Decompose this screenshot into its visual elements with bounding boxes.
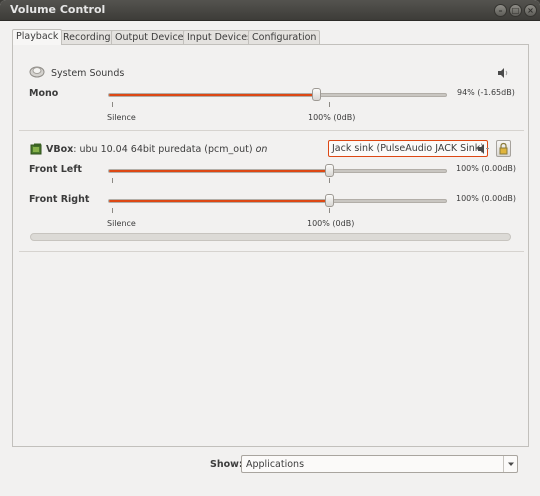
front-left-label: Front Left [29, 164, 82, 175]
tab-recording[interactable]: Recording [59, 30, 115, 45]
front-left-value: 100% (0.00dB) [456, 164, 517, 173]
hundred-percent-tick [329, 102, 330, 107]
lock-channels-toggle[interactable] [496, 140, 511, 157]
mono-volume-slider[interactable] [108, 93, 447, 97]
front-left-fill [109, 170, 330, 172]
minimize-button[interactable]: – [494, 4, 507, 17]
separator [19, 130, 524, 131]
vbox-icon [30, 143, 42, 155]
mono-channel-label: Mono [29, 88, 59, 99]
tab-configuration[interactable]: Configuration [248, 30, 321, 45]
show-filter-dropdown[interactable]: Applications [241, 455, 518, 473]
front-left-knob[interactable] [325, 164, 334, 177]
maximize-button[interactable]: □ [509, 4, 522, 17]
volume-control-window: Volume Control – □ × Playback Recording … [0, 0, 540, 496]
tab-playback[interactable]: Playback [12, 29, 63, 45]
show-filter-value: Applications [246, 459, 305, 470]
lock-icon [499, 142, 508, 155]
playback-panel: System Sounds Mono 94% (-1.65dB) Silence… [12, 44, 529, 447]
window-title: Volume Control [10, 3, 106, 16]
separator [19, 251, 524, 252]
vbox-app-name: VBox [46, 144, 74, 155]
mono-volume-knob[interactable] [311, 88, 321, 101]
horizontal-scrollbar[interactable] [30, 233, 511, 241]
front-left-hundred-tick [329, 178, 330, 183]
dropdown-arrow[interactable] [503, 456, 517, 472]
hundred-percent-mark-label: 100% (0dB) [308, 113, 356, 122]
front-right-slider[interactable] [108, 199, 447, 203]
vbox-on-label: on [255, 144, 268, 155]
silence-tick [112, 102, 113, 107]
vbox-stream-title: VBox: ubu 10.04 64bit puredata (pcm_out)… [46, 144, 267, 155]
front-right-value: 100% (0.00dB) [456, 194, 517, 203]
tab-output-devices[interactable]: Output Devices [111, 30, 193, 45]
speaker-icon[interactable] [497, 67, 509, 79]
system-sounds-label: System Sounds [51, 68, 125, 79]
system-sounds-icon [29, 66, 45, 78]
front-left-silence-tick [112, 178, 113, 183]
output-sink-button[interactable]: Jack sink (PulseAudio JACK Sink) [328, 140, 488, 157]
front-right-hundred-tick [329, 208, 330, 213]
front-right-knob[interactable] [325, 194, 334, 207]
front-left-slider[interactable] [108, 169, 447, 173]
tab-input-devices[interactable]: Input Devices [183, 30, 257, 45]
mono-volume-fill [109, 94, 317, 96]
vbox-hundred-percent-mark-label: 100% (0dB) [307, 219, 355, 228]
speaker-icon[interactable] [477, 143, 491, 155]
front-right-silence-tick [112, 208, 113, 213]
titlebar: Volume Control – □ × [0, 0, 540, 21]
show-label: Show: [210, 459, 243, 470]
mono-volume-value: 94% (-1.65dB) [457, 88, 515, 97]
chevron-down-icon [508, 462, 514, 466]
silence-mark-label: Silence [107, 113, 136, 122]
front-right-fill [109, 200, 330, 202]
vbox-description: : ubu 10.04 64bit puredata (pcm_out) [73, 144, 253, 155]
vbox-silence-mark-label: Silence [107, 219, 136, 228]
close-button[interactable]: × [524, 4, 537, 17]
front-right-label: Front Right [29, 194, 90, 205]
